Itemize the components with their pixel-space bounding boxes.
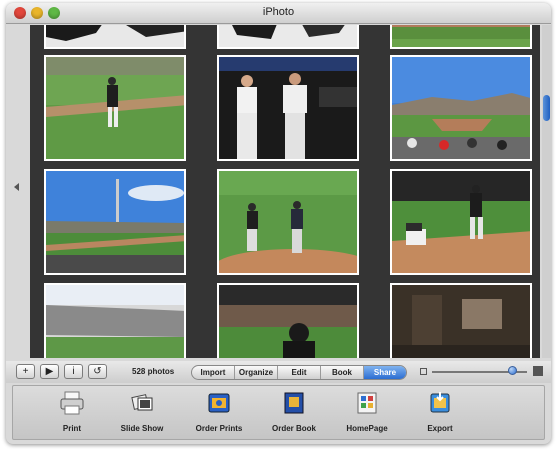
photo-thumbnail[interactable] [217,169,359,275]
slideshow-icon [131,394,153,411]
photo-image [219,57,357,159]
photo-image [392,285,530,358]
homepage-button[interactable]: HomePage [332,390,402,433]
tab-share[interactable]: Share [364,366,406,379]
photo-thumbnail[interactable] [44,283,186,358]
photo-image [46,171,184,273]
share-pane: Print Slide Show Order Prints Order Book… [12,385,545,440]
tab-import[interactable]: Import [192,366,235,379]
plus-icon: + [22,366,29,377]
order-prints-label: Order Prints [195,424,243,433]
scrollbar-thumb[interactable] [543,95,550,121]
add-album-button[interactable]: + [16,364,35,379]
export-icon [430,392,450,413]
order-prints-icon [208,393,230,413]
photo-thumbnail[interactable] [217,25,359,49]
play-icon: ▶ [45,366,54,377]
photo-thumbnail[interactable] [390,283,532,358]
slide-show-label: Slide Show [120,424,164,433]
print-button[interactable]: Print [37,390,107,433]
export-label: Export [427,424,453,433]
vertical-scrollbar[interactable] [542,25,551,358]
tab-organize[interactable]: Organize [235,366,278,379]
title-bar[interactable]: iPhoto [6,3,551,24]
photo-image [392,25,530,47]
photo-image [46,285,184,358]
order-book-button[interactable]: Order Book [259,390,329,433]
photo-thumbnail[interactable] [217,55,359,161]
zoom-slider-knob[interactable] [508,366,517,375]
bottom-toolbar: + ▶ i ↺ 528 photos Import Organize Edit … [6,361,551,383]
order-book-icon [284,392,304,414]
photo-thumbnail[interactable] [44,55,186,161]
homepage-label: HomePage [346,424,388,433]
play-slideshow-button[interactable]: ▶ [40,364,59,379]
printer-icon [60,391,84,415]
photo-thumbnail[interactable] [390,25,532,49]
photo-image [392,171,530,273]
window-title: iPhoto [262,6,295,18]
photo-image [392,57,530,159]
rotate-icon: ↺ [93,366,102,377]
export-button[interactable]: Export [405,390,475,433]
rotate-button[interactable]: ↺ [88,364,107,379]
tab-edit[interactable]: Edit [278,366,321,379]
photo-thumbnail[interactable] [217,283,359,358]
homepage-icon [357,392,377,414]
photo-image [219,25,357,47]
photo-thumbnail[interactable] [390,169,532,275]
photo-viewer [30,25,540,358]
order-prints-button[interactable]: Order Prints [184,390,254,433]
photo-image [219,171,357,273]
photo-count: 528 photos [132,367,175,376]
mode-tabs: Import Organize Edit Book Share [191,365,407,380]
order-book-label: Order Book [271,424,316,433]
photo-thumbnail[interactable] [44,25,186,49]
print-label: Print [62,424,82,433]
info-button[interactable]: i [64,364,83,379]
slide-show-button[interactable]: Slide Show [107,390,177,433]
zoom-large-icon [533,366,543,376]
tab-book[interactable]: Book [321,366,364,379]
info-icon: i [72,366,75,377]
photo-image [219,285,357,358]
photo-image [46,25,184,47]
collapse-arrow-icon[interactable] [14,183,19,191]
zoom-small-icon [420,368,427,375]
photo-thumbnail[interactable] [44,169,186,275]
photo-thumbnail[interactable] [390,55,532,161]
photo-image [46,57,184,159]
iphoto-window: iPhoto + ▶ i ↺ 528 photos Import Organiz… [6,3,551,444]
